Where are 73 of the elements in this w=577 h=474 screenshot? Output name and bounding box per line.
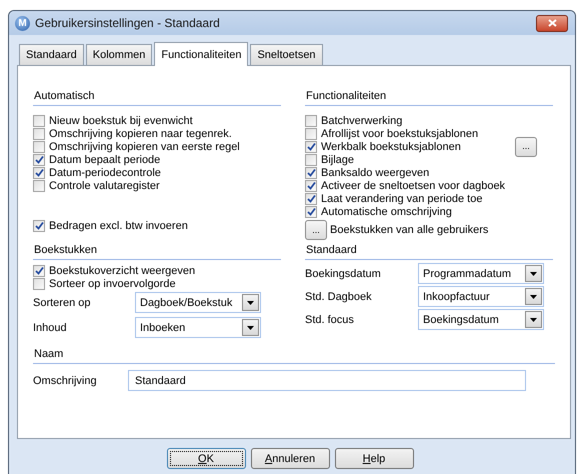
checkbox-label[interactable]: Datum bepaalt periode xyxy=(49,154,160,166)
section-header: Functionaliteiten xyxy=(305,90,553,106)
checkbox-label[interactable]: Werkbalk boekstuksjablonen xyxy=(321,140,461,152)
field-label: Std. focus xyxy=(305,314,355,326)
checkmark-icon xyxy=(34,221,44,230)
checkbox-label[interactable]: Boekstukoverzicht weergeven xyxy=(49,264,196,276)
caret-icon xyxy=(530,272,537,276)
tab[interactable]: Standaard xyxy=(19,44,84,65)
section-header: Automatisch xyxy=(33,90,281,106)
checkbox-label[interactable]: Laat verandering van periode toe xyxy=(321,192,482,204)
checkmark-icon xyxy=(306,142,316,151)
more-button[interactable]: ... xyxy=(305,220,327,240)
close-button[interactable] xyxy=(536,14,568,32)
button-label: Boekstukken van alle gebruikers xyxy=(330,224,488,236)
tab[interactable]: Sneltoetsen xyxy=(250,44,323,65)
checkbox-label[interactable]: Bijlage xyxy=(321,154,354,166)
tab[interactable]: Functionaliteiten xyxy=(154,42,248,66)
dropdown[interactable]: Inboeken xyxy=(135,317,261,338)
checkbox[interactable] xyxy=(33,154,45,166)
dropdown[interactable]: Boekingsdatum xyxy=(418,309,544,330)
checkbox-label[interactable]: Afrollijst voor boekstuksjablonen xyxy=(321,128,478,140)
caret-icon xyxy=(247,300,254,304)
checkbox[interactable] xyxy=(33,220,45,232)
section-header: Naam xyxy=(33,348,555,364)
dropdown[interactable]: Dagboek/Boekstuk xyxy=(135,292,261,313)
app-logo: M xyxy=(15,16,30,30)
field-label: Sorteren op xyxy=(33,296,92,308)
checkbox-label[interactable]: Batchverwerking xyxy=(321,114,402,126)
description-field[interactable]: Standaard xyxy=(128,370,526,391)
checkbox[interactable] xyxy=(33,180,45,192)
field-label: Boekingsdatum xyxy=(305,268,382,280)
field-label: Std. Dagboek xyxy=(305,290,373,302)
checkbox[interactable] xyxy=(33,140,45,152)
checkbox-label[interactable]: Activeer de sneltoetsen voor dagboek xyxy=(321,180,506,192)
checkbox-label[interactable]: Controle valutaregister xyxy=(49,180,160,192)
checkbox[interactable] xyxy=(305,180,317,192)
checkbox[interactable] xyxy=(305,114,317,126)
dropdown[interactable]: Inkoopfactuur xyxy=(418,286,544,307)
checkbox-label[interactable]: Bedragen excl. btw invoeren xyxy=(49,220,188,232)
checkbox[interactable] xyxy=(33,278,45,290)
checkbox-label[interactable]: Datum-periodecontrole xyxy=(49,166,161,178)
checkmark-icon xyxy=(34,266,44,275)
dialog-button[interactable]: Help xyxy=(334,448,414,469)
dialog-button[interactable]: Annuleren xyxy=(250,448,330,469)
caret-icon xyxy=(247,326,254,330)
caret-icon xyxy=(530,318,537,322)
checkbox[interactable] xyxy=(305,192,317,204)
checkbox[interactable] xyxy=(305,166,317,178)
section-header: Standaard xyxy=(305,244,553,260)
checkbox-label[interactable]: Omschrijving kopieren van eerste regel xyxy=(49,140,240,152)
checkbox[interactable] xyxy=(305,140,317,152)
dialog-button[interactable]: OK xyxy=(166,448,246,469)
checkbox-label[interactable]: Nieuw boekstuk bij evenwicht xyxy=(49,114,193,126)
checkbox[interactable] xyxy=(33,114,45,126)
caret-icon xyxy=(530,294,537,298)
more-button[interactable]: ... xyxy=(515,136,537,156)
checkbox-label[interactable]: Banksaldo weergeven xyxy=(321,166,430,178)
section-header: Boekstukken xyxy=(33,244,281,260)
field-label: Inhoud xyxy=(33,322,68,334)
checkbox[interactable] xyxy=(305,206,317,218)
checkbox-label[interactable]: Sorteer op invoervolgorde xyxy=(49,278,176,290)
close-icon xyxy=(548,19,556,27)
checkbox-label[interactable]: Omschrijving kopieren naar tegenrek. xyxy=(49,128,232,140)
checkbox[interactable] xyxy=(33,128,45,140)
dropdown[interactable]: Programmadatum xyxy=(418,263,544,284)
checkbox[interactable] xyxy=(33,166,45,178)
tab[interactable]: Kolommen xyxy=(86,44,152,65)
window-title: Gebruikersinstellingen - Standaard xyxy=(35,16,221,30)
checkbox[interactable] xyxy=(305,154,317,166)
field-label: Omschrijving xyxy=(33,374,98,386)
checkbox-label[interactable]: Automatische omschrijving xyxy=(321,206,452,218)
checkbox[interactable] xyxy=(305,128,317,140)
checkbox[interactable] xyxy=(33,264,45,276)
